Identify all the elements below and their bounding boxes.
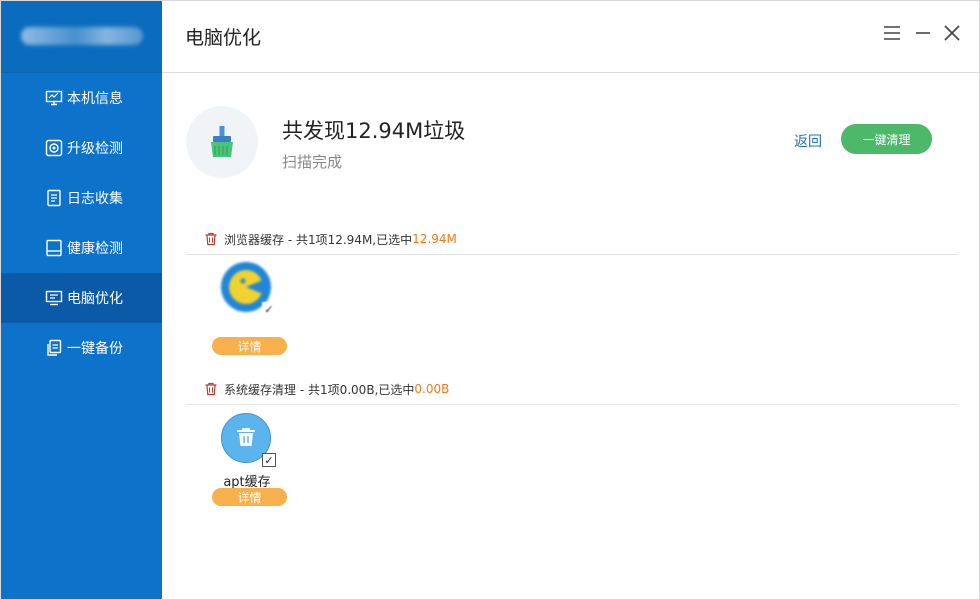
display-icon (45, 289, 63, 307)
sidebar-item-system-info[interactable]: 本机信息 (1, 73, 162, 123)
cache-item-apt: ✓ apt缓存 详情 (207, 413, 287, 513)
title-bar: 电脑优化 (162, 1, 979, 73)
trash-icon (205, 382, 217, 396)
divider (186, 404, 958, 405)
document-icon (45, 189, 63, 207)
section-header-system-cache: 系统缓存清理 - 共1项0.00B,已选中 0.00B (204, 380, 449, 398)
one-click-clean-button[interactable]: 一键清理 (841, 124, 932, 154)
section-summary: 系统缓存清理 - 共1项0.00B,已选中 (224, 382, 415, 397)
scan-status: 扫描完成 (282, 153, 343, 171)
monitor-icon (45, 89, 63, 107)
trash-icon (205, 232, 217, 246)
section-summary: 浏览器缓存 - 共1项12.94M,已选中 (224, 232, 413, 247)
sidebar-item-health-check[interactable]: 健康检测 (1, 223, 162, 273)
logo-blurred-text (21, 27, 143, 45)
sidebar-item-pc-optimize[interactable]: 电脑优化 (1, 273, 162, 323)
item-checkbox[interactable]: ✓ (262, 453, 276, 467)
divider (186, 254, 958, 255)
sidebar-item-label: 升级检测 (67, 141, 123, 157)
sidebar-item-label: 电脑优化 (67, 291, 123, 307)
target-icon (45, 139, 63, 157)
selected-size: 0.00B (414, 382, 450, 396)
sidebar-item-log-collection[interactable]: 日志收集 (1, 173, 162, 223)
details-button[interactable]: 详情 (212, 488, 287, 506)
close-button[interactable] (940, 21, 964, 45)
main-content: 共发现12.94M垃圾 扫描完成 返回 一键清理 浏览器缓存 - 共1项12.9… (162, 73, 979, 599)
minimize-icon (916, 32, 930, 34)
sidebar: 本机信息 升级检测 日志收集 健康检测 电脑优化 一键备份 (1, 1, 162, 599)
menu-button[interactable] (880, 21, 904, 45)
sidebar-item-label: 健康检测 (67, 241, 123, 257)
page-title: 电脑优化 (185, 27, 262, 49)
scan-result-title: 共发现12.94M垃圾 (282, 119, 466, 143)
close-icon (944, 25, 960, 41)
broom-icon (186, 106, 258, 178)
sidebar-item-label: 日志收集 (67, 191, 123, 207)
sidebar-item-label: 一键备份 (67, 341, 123, 357)
screen-icon (45, 239, 63, 257)
app-window: 本机信息 升级检测 日志收集 健康检测 电脑优化 一键备份 电脑优化 共发现12… (0, 0, 980, 600)
sidebar-item-label: 本机信息 (67, 91, 123, 107)
copy-icon (45, 339, 63, 357)
details-button[interactable]: 详情 (212, 337, 287, 355)
cache-item-browser: ✓ 详情 (207, 262, 287, 362)
minimize-button[interactable] (911, 21, 935, 45)
item-checkbox[interactable]: ✓ (262, 302, 276, 316)
hamburger-icon (884, 26, 900, 40)
section-header-browser-cache: 浏览器缓存 - 共1项12.94M,已选中 12.94M (204, 230, 457, 248)
sidebar-item-one-click-backup[interactable]: 一键备份 (1, 323, 162, 373)
selected-size: 12.94M (412, 232, 457, 246)
app-logo (1, 1, 162, 73)
back-link[interactable]: 返回 (794, 131, 822, 151)
sidebar-item-upgrade-check[interactable]: 升级检测 (1, 123, 162, 173)
sidebar-nav: 本机信息 升级检测 日志收集 健康检测 电脑优化 一键备份 (1, 73, 162, 373)
